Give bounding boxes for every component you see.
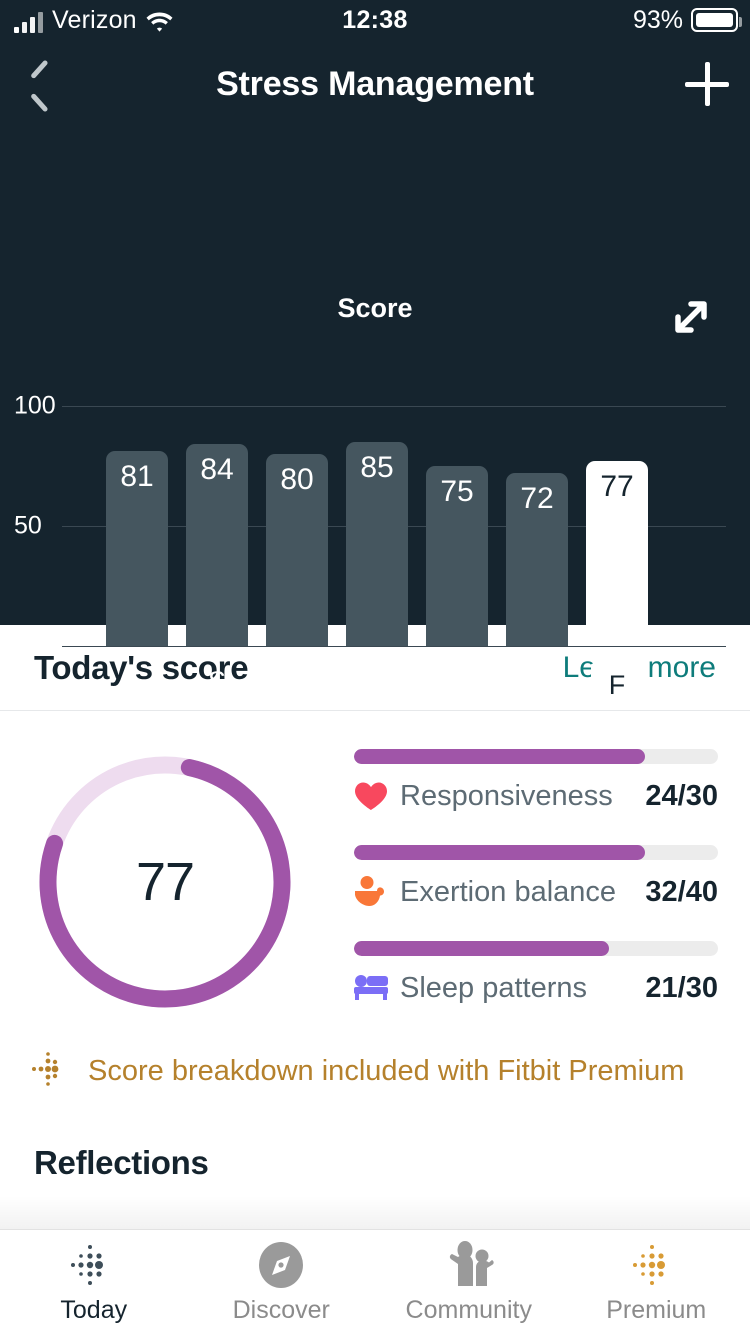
tab-label: Discover	[232, 1295, 330, 1324]
chart-bars: 81 84 80 85 75 72 77 S S M T W T F	[62, 128, 726, 708]
y-axis-tick-0: 0	[14, 631, 28, 660]
metric-progress-track	[354, 845, 718, 860]
metric-value: 32/40	[645, 875, 718, 908]
fitbit-premium-dots-icon	[630, 1240, 682, 1290]
navigation-bar: Stress Management	[0, 40, 750, 128]
x-axis-label-4: W	[444, 666, 470, 696]
x-axis-label-2: M	[285, 666, 309, 696]
x-axis-label-3: T	[368, 666, 386, 696]
battery-icon	[691, 8, 742, 32]
page-title: Stress Management	[216, 64, 534, 103]
premium-banner-text: Score breakdown included with Fitbit Pre…	[88, 1055, 685, 1087]
tab-community[interactable]: Community	[375, 1240, 563, 1325]
metric-responsiveness[interactable]: Responsiveness 24/30	[354, 749, 718, 815]
app-screen: Verizon 12:38 93% Stress Management Scor…	[0, 0, 750, 1334]
metric-progress-track	[354, 941, 718, 956]
metric-progress-fill	[354, 749, 646, 764]
bar-day-4[interactable]: 75	[426, 466, 488, 646]
metric-row: Responsiveness 24/30	[354, 777, 718, 815]
premium-banner[interactable]: Score breakdown included with Fitbit Pre…	[0, 1015, 750, 1092]
metric-label: Exertion balance	[400, 875, 617, 908]
bar-value-0: 81	[120, 460, 154, 493]
tab-discover[interactable]: Discover	[188, 1240, 376, 1325]
metrics-list: Responsiveness 24/30 Exertion balance 32…	[330, 737, 750, 1015]
y-axis-tick-50: 50	[14, 511, 42, 540]
fitbit-premium-icon	[30, 1051, 72, 1092]
metric-sleep-patterns[interactable]: Sleep patterns 21/30	[354, 941, 718, 1007]
gridline-0	[62, 646, 726, 647]
bar-day-1[interactable]: 84	[186, 444, 248, 646]
metric-row: Sleep patterns 21/30	[354, 969, 718, 1007]
compass-icon	[256, 1240, 306, 1290]
heart-icon	[354, 777, 400, 815]
score-ring-wrapper: 77	[0, 737, 330, 1015]
metric-value: 24/30	[645, 779, 718, 812]
x-axis-label-1: S	[207, 666, 226, 696]
metric-progress-track	[354, 749, 718, 764]
fitbit-dots-icon	[68, 1240, 120, 1290]
bar-day-2[interactable]: 80	[266, 454, 328, 646]
metric-progress-fill	[354, 845, 646, 860]
metric-progress-fill	[354, 941, 609, 956]
bar-day-5[interactable]: 72	[506, 473, 568, 646]
score-ring-value: 77	[135, 852, 195, 912]
reflections-heading: Reflections	[34, 1144, 209, 1181]
bar-day-6-today[interactable]: 77	[586, 461, 648, 646]
bar-value-5: 72	[520, 482, 554, 515]
exertion-person-icon	[354, 873, 400, 911]
clock-label: 12:38	[342, 5, 408, 34]
people-icon	[439, 1240, 499, 1290]
metric-label: Responsiveness	[400, 779, 613, 812]
reflections-section: Reflections	[0, 1092, 750, 1182]
tab-premium[interactable]: Premium	[563, 1240, 750, 1325]
content-fade-divider	[0, 1196, 750, 1230]
status-bar: Verizon 12:38 93%	[0, 0, 750, 40]
y-axis-tick-100: 100	[14, 391, 56, 420]
x-axis-label-5: T	[528, 666, 546, 696]
bar-value-1: 84	[200, 453, 234, 486]
score-ring[interactable]: 77	[32, 749, 298, 1015]
bar-value-4: 75	[440, 475, 474, 508]
bar-chart-plot: 100 50 0 81 84 80 85 75 72 77 S S M T W …	[0, 128, 750, 708]
metric-label: Sleep patterns	[400, 971, 588, 1004]
tab-label: Premium	[606, 1295, 707, 1324]
score-breakdown-body: 77 Responsiveness 24/30 Exertion balance…	[0, 711, 750, 1015]
tab-today[interactable]: Today	[0, 1240, 188, 1325]
bottom-tab-bar: Today Discover Community Premium	[0, 1230, 750, 1334]
tab-label: Today	[60, 1295, 128, 1324]
score-chart-card: Score 100 50 0 81 84 80 85 75 72 77 S S …	[0, 128, 750, 708]
x-axis-label-0: S	[127, 666, 146, 696]
metric-row: Exertion balance 32/40	[354, 873, 718, 911]
tab-label: Community	[405, 1295, 532, 1324]
bar-value-3: 85	[360, 451, 394, 484]
bed-icon	[354, 969, 400, 1007]
bar-day-0[interactable]: 81	[106, 451, 168, 646]
metric-exertion-balance[interactable]: Exertion balance 32/40	[354, 845, 718, 911]
bar-value-6: 77	[600, 470, 634, 503]
bar-value-2: 80	[280, 463, 314, 496]
today-day-letter: F	[608, 670, 626, 700]
plus-icon	[685, 62, 729, 106]
bar-day-3[interactable]: 85	[346, 442, 408, 646]
metric-value: 21/30	[645, 971, 718, 1004]
